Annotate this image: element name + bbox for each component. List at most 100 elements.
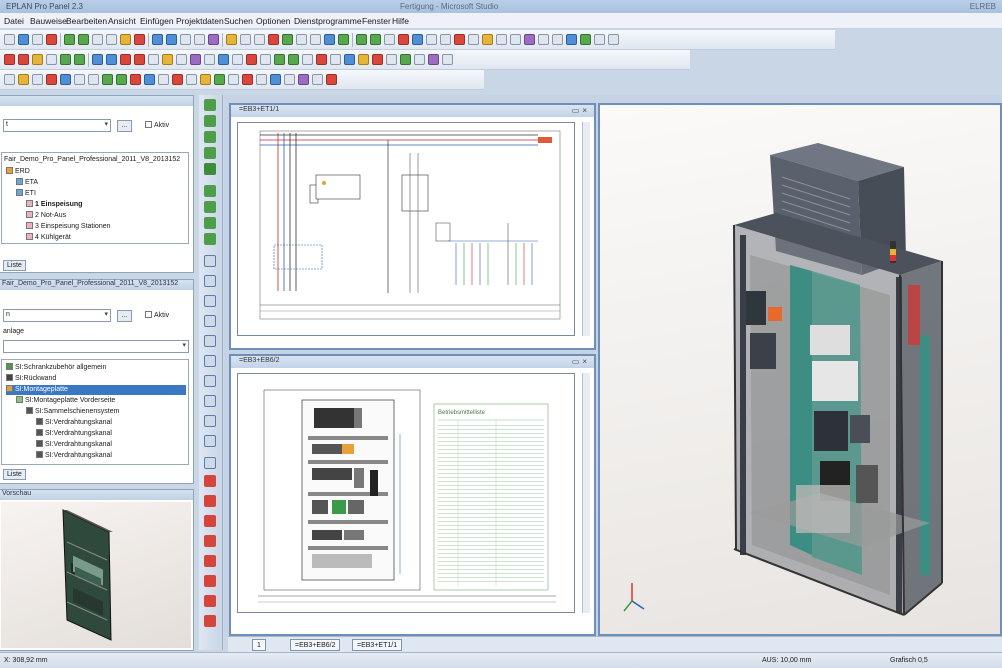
page-filter-select[interactable]: t bbox=[3, 119, 111, 132]
layout-vertical-scrollbar[interactable] bbox=[582, 373, 590, 613]
red-tool-icon[interactable] bbox=[204, 575, 216, 587]
text-icon[interactable] bbox=[60, 54, 71, 65]
undo-icon[interactable] bbox=[64, 34, 75, 45]
space-filter-active-checkbox[interactable]: Aktiv bbox=[145, 311, 169, 319]
draw-arc-icon[interactable] bbox=[46, 54, 57, 65]
tree-item[interactable]: SI:Verdrahtungskanal bbox=[36, 451, 186, 461]
stop-icon[interactable] bbox=[370, 34, 381, 45]
menu-optionen[interactable]: Optionen bbox=[256, 16, 291, 26]
shield-icon[interactable] bbox=[232, 54, 243, 65]
line-tool-icon[interactable] bbox=[204, 457, 216, 469]
tree-item[interactable]: 2 Not-Aus bbox=[26, 211, 186, 221]
line-tool-icon[interactable] bbox=[204, 415, 216, 427]
layout-window[interactable]: =EB3+EB6/2 ▭× Betriebsmittelliste bbox=[229, 354, 596, 636]
grid-icon[interactable] bbox=[384, 34, 395, 45]
select-icon[interactable] bbox=[4, 74, 15, 85]
window-controls[interactable]: ▭× bbox=[572, 106, 590, 115]
menu-hilfe[interactable]: Hilfe bbox=[392, 16, 409, 26]
terminal-icon[interactable] bbox=[338, 34, 349, 45]
checkbox-box[interactable] bbox=[145, 311, 152, 318]
window-controls[interactable]: ▭× bbox=[572, 357, 590, 366]
tree-item[interactable]: SI:Verdrahtungskanal bbox=[36, 429, 186, 439]
mark-icon[interactable] bbox=[454, 34, 465, 45]
dimension-icon[interactable] bbox=[74, 54, 85, 65]
green-tool-icon[interactable] bbox=[204, 147, 216, 159]
zoom-window-icon[interactable] bbox=[180, 34, 191, 45]
red-tool-icon[interactable] bbox=[204, 595, 216, 607]
view-icon[interactable] bbox=[214, 74, 225, 85]
tree-item[interactable]: SI:Sammelschienensystem bbox=[26, 407, 186, 417]
link-icon[interactable] bbox=[218, 54, 229, 65]
collision-icon[interactable] bbox=[298, 74, 309, 85]
play-icon[interactable] bbox=[356, 34, 367, 45]
menu-suchen[interactable]: Suchen bbox=[224, 16, 253, 26]
pan-icon[interactable] bbox=[208, 34, 219, 45]
copper-icon[interactable] bbox=[200, 74, 211, 85]
erase-icon[interactable] bbox=[326, 74, 337, 85]
tree-item[interactable]: SI:Schrankzubehör allgemein bbox=[6, 363, 186, 373]
zoom-fit-icon[interactable] bbox=[194, 34, 205, 45]
error-icon[interactable] bbox=[268, 34, 279, 45]
schematic-window[interactable]: =EB3+ET1/1 ▭× bbox=[229, 103, 596, 350]
rotate-icon[interactable] bbox=[440, 34, 451, 45]
new-icon[interactable] bbox=[4, 34, 15, 45]
tree-item[interactable]: 1 Einspeisung bbox=[26, 200, 186, 210]
tree-item[interactable]: 3 Einspeisung Stationen bbox=[26, 222, 186, 232]
measure-icon[interactable] bbox=[468, 34, 479, 45]
plc-icon[interactable] bbox=[162, 54, 173, 65]
structure-icon[interactable] bbox=[190, 54, 201, 65]
page-next-icon[interactable] bbox=[254, 34, 265, 45]
report-icon[interactable] bbox=[510, 34, 521, 45]
delete-icon[interactable] bbox=[134, 34, 145, 45]
cursor-icon[interactable] bbox=[566, 34, 577, 45]
insert-icon[interactable] bbox=[18, 74, 29, 85]
align-top-icon[interactable] bbox=[88, 74, 99, 85]
menu-ansicht[interactable]: Ansicht bbox=[108, 16, 136, 26]
draw-rect-icon[interactable] bbox=[18, 54, 29, 65]
draw-line-icon[interactable] bbox=[4, 54, 15, 65]
valve-icon[interactable] bbox=[372, 54, 383, 65]
interruption-icon[interactable] bbox=[176, 54, 187, 65]
snap-icon[interactable] bbox=[312, 74, 323, 85]
menu-projektdaten[interactable]: Projektdaten bbox=[176, 16, 224, 26]
red-tool-icon[interactable] bbox=[204, 475, 216, 487]
page-list-tab[interactable]: Liste bbox=[3, 260, 26, 271]
checkbox-box[interactable] bbox=[145, 121, 152, 128]
table-icon[interactable] bbox=[496, 34, 507, 45]
cross-ref-icon[interactable] bbox=[134, 54, 145, 65]
label-icon[interactable] bbox=[482, 34, 493, 45]
green-tool-icon[interactable] bbox=[204, 201, 216, 213]
line-tool-icon[interactable] bbox=[204, 375, 216, 387]
menu-bauweise[interactable]: Bauweise bbox=[30, 16, 67, 26]
drill-icon[interactable] bbox=[158, 74, 169, 85]
red-tool-icon[interactable] bbox=[204, 515, 216, 527]
placement-icon[interactable] bbox=[284, 74, 295, 85]
angle-icon[interactable] bbox=[274, 54, 285, 65]
line-tool-icon[interactable] bbox=[204, 435, 216, 447]
junction-icon[interactable] bbox=[260, 54, 271, 65]
line-tool-icon[interactable] bbox=[204, 315, 216, 327]
model-icon[interactable] bbox=[270, 74, 281, 85]
arrow-icon[interactable] bbox=[538, 34, 549, 45]
space-search-input[interactable] bbox=[3, 340, 189, 353]
tee-icon[interactable] bbox=[288, 54, 299, 65]
red-tool-icon[interactable] bbox=[204, 495, 216, 507]
jump-icon[interactable] bbox=[120, 54, 131, 65]
menu-dienstprogramme[interactable]: Dienstprogramme bbox=[294, 16, 362, 26]
tree-item[interactable]: SI:Montageplatte bbox=[6, 385, 186, 395]
open-icon[interactable] bbox=[18, 34, 29, 45]
align-icon[interactable] bbox=[594, 34, 605, 45]
cutout-icon[interactable] bbox=[172, 74, 183, 85]
line-tool-icon[interactable] bbox=[204, 355, 216, 367]
redo-icon[interactable] bbox=[78, 34, 89, 45]
break-icon[interactable] bbox=[316, 54, 327, 65]
tree-root[interactable]: Fair_Demo_Pro_Panel_Professional_2011_V8… bbox=[4, 155, 180, 165]
tree-item[interactable]: ERD bbox=[6, 167, 186, 177]
space-filter-button[interactable]: ... bbox=[117, 310, 132, 322]
duct-icon[interactable] bbox=[144, 74, 155, 85]
draw-circle-icon[interactable] bbox=[32, 54, 43, 65]
page-icon[interactable] bbox=[226, 34, 237, 45]
settings-icon[interactable] bbox=[608, 34, 619, 45]
line-tool-icon[interactable] bbox=[204, 335, 216, 347]
paste-icon[interactable] bbox=[120, 34, 131, 45]
